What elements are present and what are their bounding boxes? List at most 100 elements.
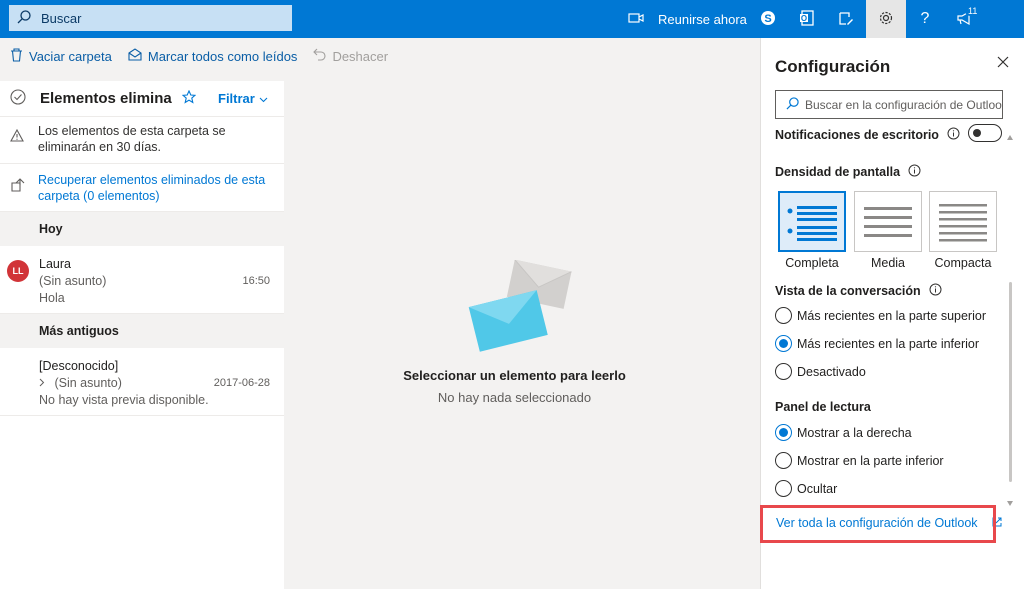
radio-circle[interactable] [775,452,792,469]
mark-all-read-button[interactable]: Marcar todos como leídos [128,48,298,64]
message-time: 2017-06-28 [213,377,270,389]
density-full-label: Completa [785,256,839,270]
trash-icon [10,47,23,65]
info-icon[interactable] [908,164,921,180]
search-box[interactable]: Buscar [9,5,292,31]
star-icon[interactable] [181,89,197,107]
office-icon: O [799,9,815,29]
avatar: LL [7,260,29,282]
info-icon[interactable] [947,127,960,143]
list-header: Elementos elimina... Filtrar [0,81,284,117]
reading-pane-label: Panel de lectura [775,400,871,414]
recover-icon [10,172,38,211]
density-medium-icon [864,207,912,237]
folder-title: Elementos elimina... [40,90,172,107]
svg-text:O: O [801,14,807,23]
section-header-older: Más antiguos [0,314,284,348]
reading-pane-row: Panel de lectura [775,400,871,414]
reading-pane-bottom-radio[interactable]: Mostrar en la parte inferior [775,452,944,469]
radio-label: Mostrar a la derecha [797,425,912,440]
conversation-view-label: Vista de la conversación [775,284,921,298]
envelope-illustration [468,259,578,363]
retention-text: Los elementos de esta carpeta se elimina… [38,124,226,154]
radio-circle-selected[interactable] [775,424,792,441]
message-subject: (Sin asunto) [39,274,107,288]
density-label: Densidad de pantalla [775,165,901,179]
message-row[interactable]: [Desconocido] (Sin asunto) No hay vista … [0,348,284,416]
open-envelope-icon [128,48,142,64]
message-subject: (Sin asunto) [54,376,122,390]
desktop-notifications-label: Notificaciones de escritorio [775,128,939,142]
undo-button[interactable]: Deshacer [313,48,388,64]
recover-items-row[interactable]: Recuperar elementos eliminados de esta c… [0,164,284,212]
radio-label: Más recientes en la parte inferior [797,336,980,351]
message-sender: Laura [39,257,71,271]
warning-icon [10,123,38,163]
recover-items-link[interactable]: Recuperar elementos eliminados de esta c… [38,172,276,211]
top-bar: Buscar Reunirse ahora S O ? 11 [0,0,1024,38]
help-icon: ? [920,10,930,27]
select-all-icon[interactable] [10,89,26,108]
reading-pane-right-radio[interactable]: Mostrar a la derecha [775,424,912,441]
office-button[interactable]: O [787,0,827,38]
message-list: Elementos elimina... Filtrar Los element… [0,81,284,589]
conversation-newest-bottom-radio[interactable]: Más recientes en la parte inferior [775,335,979,352]
message-row[interactable]: LL Laura (Sin asunto) Hola 16:50 [0,246,284,314]
reading-empty-title: Seleccionar un elemento para leerlo [403,368,626,383]
highlight-box [760,505,996,543]
radio-circle-selected[interactable] [775,335,792,352]
filter-label: Filtrar [218,91,255,106]
info-icon[interactable] [929,283,942,299]
radio-circle[interactable] [775,363,792,380]
command-bar: Vaciar carpeta Marcar todos como leídos … [0,38,744,74]
mark-all-read-label: Marcar todos como leídos [147,48,298,64]
filter-button[interactable]: Filtrar [218,91,268,106]
gear-icon [878,10,894,29]
reading-empty-subtitle: No hay nada seleccionado [437,390,592,405]
close-icon[interactable] [997,56,1009,71]
reading-pane: Seleccionar un elemento para leerlo No h… [285,74,744,589]
density-compact-option[interactable] [929,191,997,252]
settings-search-placeholder: Buscar en la configuración de Outlook [805,97,1003,112]
search-placeholder: Buscar [41,10,82,26]
settings-button[interactable] [866,0,906,38]
skype-button[interactable]: S [748,0,788,38]
radio-label: Más recientes en la parte superior [797,308,986,323]
reading-pane-hide-radio[interactable]: Ocultar [775,480,837,497]
help-button[interactable]: ? [905,0,945,38]
density-medium-label: Media [870,256,906,270]
retention-notice: Los elementos de esta carpeta se elimina… [0,117,284,164]
undo-label: Deshacer [332,48,389,64]
density-full-icon [787,206,837,241]
chevron-down-icon [259,91,268,106]
density-full-option[interactable] [778,191,846,252]
meet-now-button[interactable]: Reunirse ahora [628,0,747,38]
settings-search-input[interactable]: Buscar en la configuración de Outlook [775,90,1003,119]
message-time: 16:50 [242,275,270,287]
scroll-up-icon[interactable] [1007,128,1013,143]
compose-button[interactable] [826,0,866,38]
radio-circle[interactable] [775,480,792,497]
chevron-right-icon[interactable] [39,376,48,390]
radio-label: Mostrar en la parte inferior [797,453,944,468]
radio-circle[interactable] [775,307,792,324]
video-icon [628,12,644,27]
whats-new-button[interactable]: 11 [945,0,985,38]
density-medium-option[interactable] [854,191,922,252]
scroll-down-icon[interactable] [1007,494,1013,509]
settings-scrollbar[interactable] [1009,282,1012,482]
desktop-notifications-toggle[interactable] [968,124,1002,142]
message-sender: [Desconocido] [39,359,119,373]
conversation-off-radio[interactable]: Desactivado [775,363,866,380]
notification-badge: 11 [965,6,981,16]
conversation-newest-top-radio[interactable]: Más recientes en la parte superior [775,307,986,324]
desktop-notifications-row: Notificaciones de escritorio [775,127,960,143]
radio-label: Desactivado [797,364,866,379]
message-preview: Hola [39,291,65,305]
conversation-view-row: Vista de la conversación [775,283,942,299]
compose-icon [838,10,854,29]
search-icon [17,9,31,27]
density-compact-label: Compacta [934,256,992,270]
density-compact-icon [939,204,987,242]
empty-folder-button[interactable]: Vaciar carpeta [10,47,112,65]
